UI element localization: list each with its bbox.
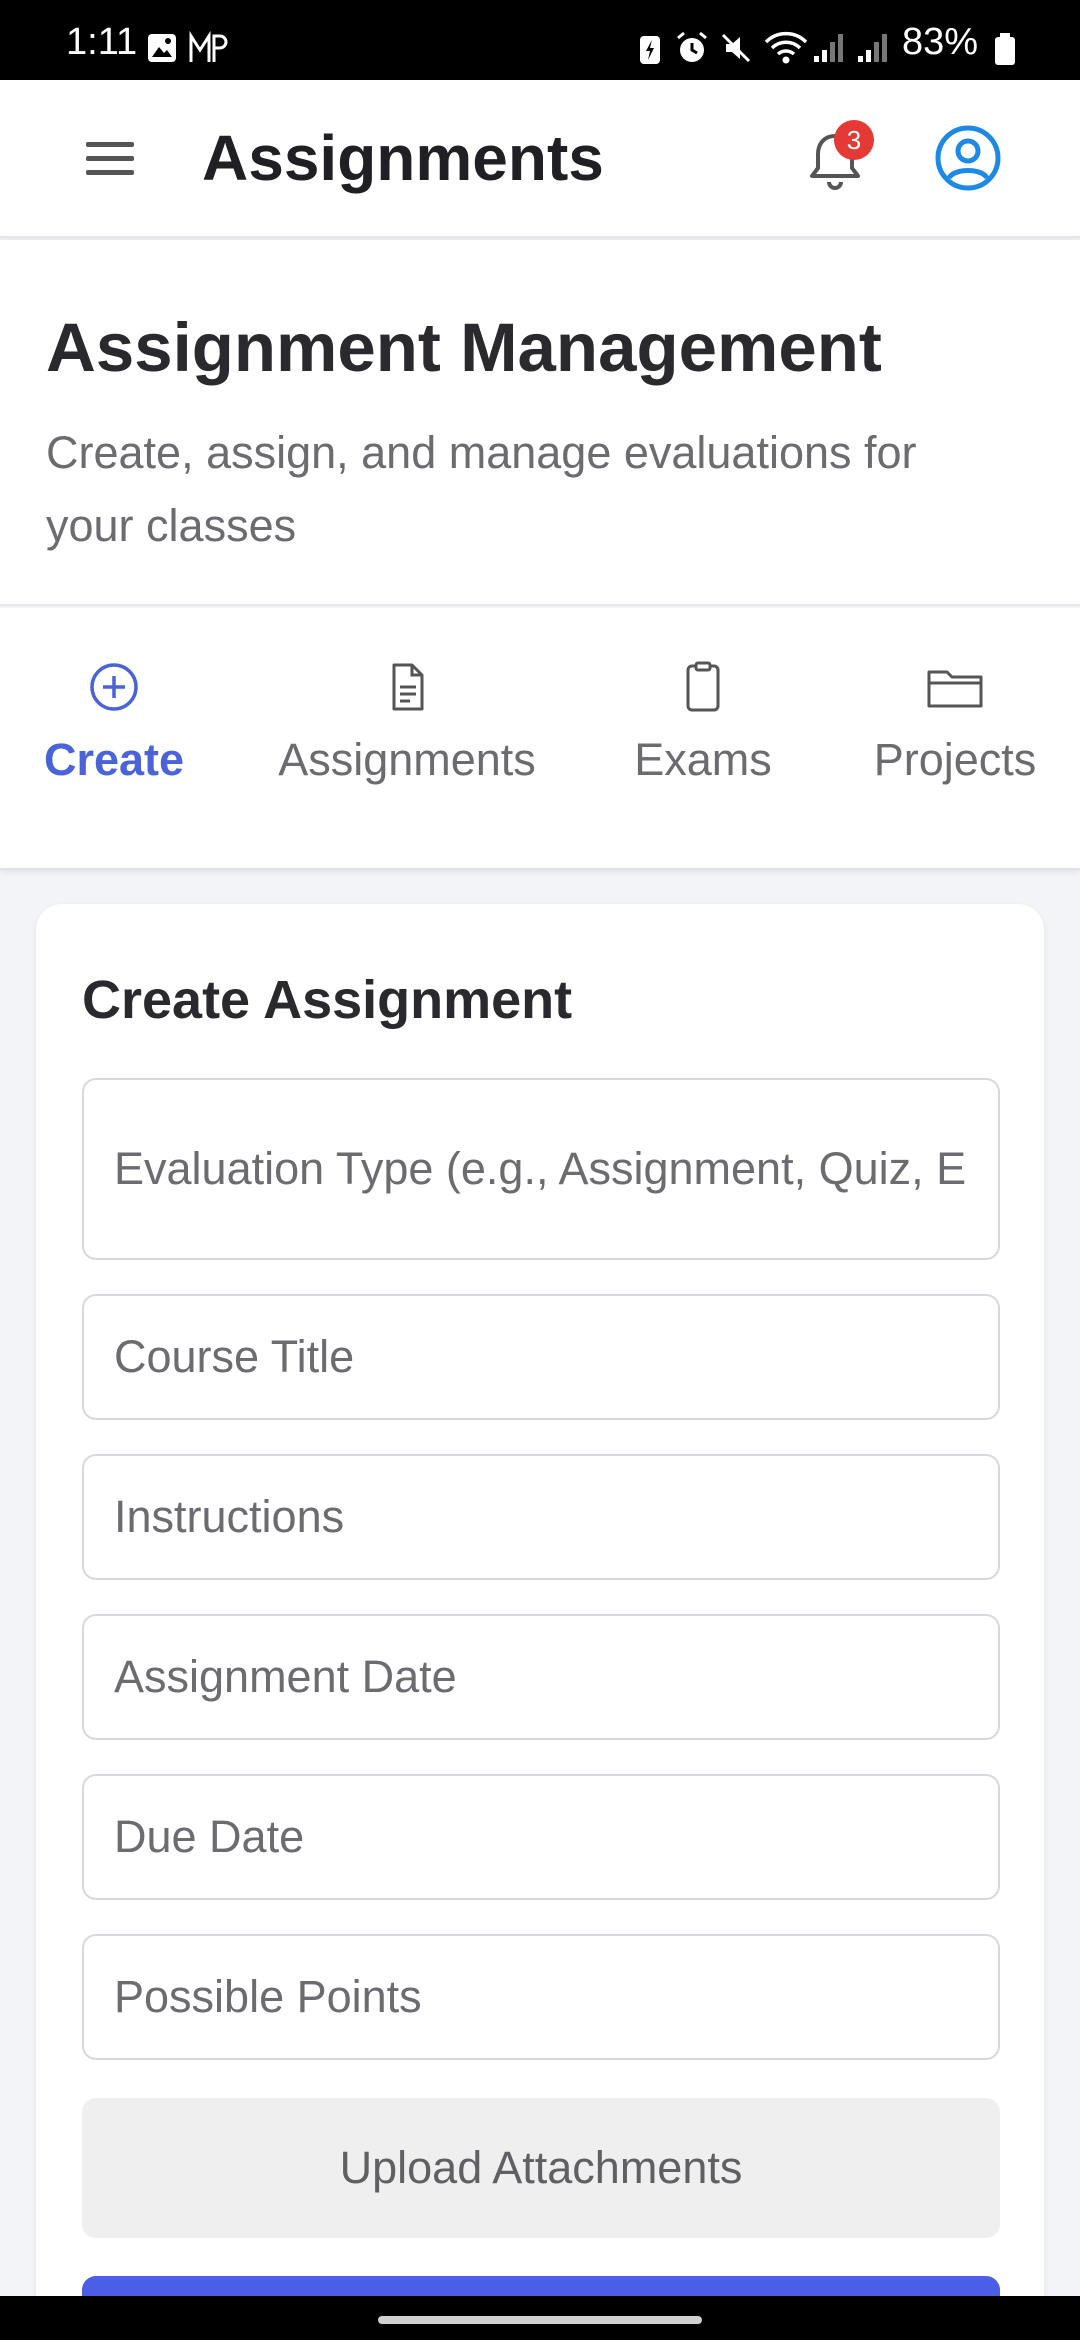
tab-label: Exams (634, 734, 772, 785)
signal-icon (858, 34, 887, 62)
tab-label: Projects (873, 734, 1037, 785)
evaluation-type-input[interactable] (82, 1078, 1000, 1260)
header-title: Assignments (202, 122, 604, 194)
navigation-bar (0, 2296, 1080, 2340)
instructions-input[interactable] (82, 1454, 1000, 1580)
tab-label: Assignments (278, 734, 536, 785)
home-indicator[interactable] (378, 2316, 702, 2324)
form-title: Create Assignment (82, 970, 573, 1030)
battery-saver-icon (640, 36, 660, 64)
account-circle-icon (935, 125, 1001, 191)
mute-icon (721, 33, 751, 63)
status-time: 1:11 (66, 21, 138, 63)
clipboard-icon (686, 661, 720, 712)
account-button[interactable] (934, 124, 1002, 192)
battery-percentage: 83% (902, 21, 979, 63)
app-header: Assignments 3 (0, 80, 1080, 238)
tab-exams[interactable]: Exams (628, 660, 778, 810)
tab-bar: Create Assignments Exams Projects (0, 608, 1080, 870)
plus-circle-icon (90, 663, 138, 711)
course-title-input[interactable] (82, 1294, 1000, 1420)
status-bar: 1:11 83% (0, 0, 1080, 80)
create-assignment-card: Create Assignment Upload Attachments (36, 904, 1044, 2340)
document-icon (392, 663, 424, 711)
signal-icon (814, 34, 843, 62)
wifi-icon (764, 31, 808, 64)
tab-create[interactable]: Create (36, 660, 192, 810)
notification-badge: 3 (834, 120, 874, 160)
tab-label: Create (43, 734, 185, 785)
mp-app-icon (189, 30, 228, 62)
folder-icon (927, 670, 983, 708)
page-title: Assignment Management (46, 309, 882, 386)
page-subtitle: Create, assign, and manage evaluations f… (46, 427, 917, 551)
gallery-icon (148, 34, 176, 62)
tab-assignments[interactable]: Assignments (266, 660, 548, 810)
alarm-icon (677, 31, 707, 62)
hamburger-menu-icon (86, 142, 134, 175)
tab-projects[interactable]: Projects (860, 660, 1050, 810)
battery-icon (995, 33, 1015, 65)
possible-points-input[interactable] (82, 1934, 1000, 2060)
upload-attachments-button[interactable]: Upload Attachments (82, 2098, 1000, 2238)
intro-section: Assignment Management Create, assign, an… (0, 240, 1080, 606)
due-date-input[interactable] (82, 1774, 1000, 1900)
assignment-date-input[interactable] (82, 1614, 1000, 1740)
menu-button[interactable] (80, 132, 140, 186)
